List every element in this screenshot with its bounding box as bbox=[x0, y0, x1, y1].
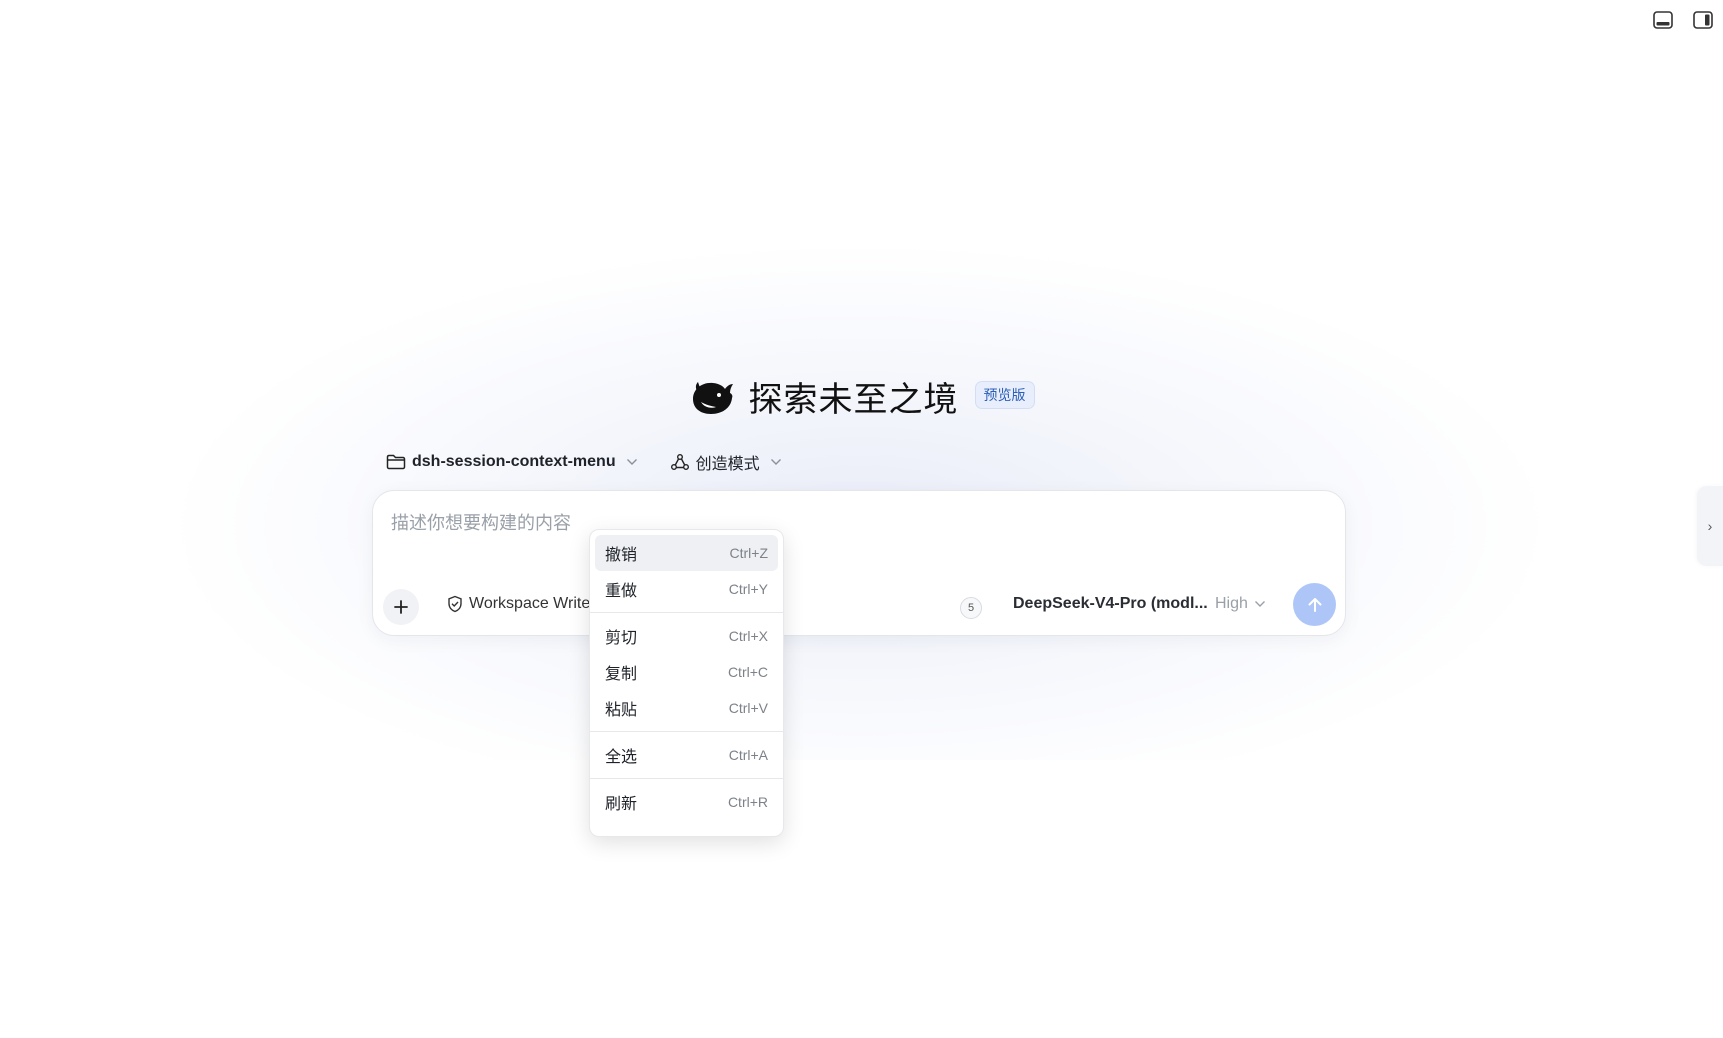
toggle-bottom-panel-button[interactable] bbox=[1651, 8, 1675, 32]
menu-divider bbox=[590, 778, 783, 779]
arrow-up-icon bbox=[1308, 597, 1321, 612]
chevron-down-icon bbox=[626, 459, 637, 465]
page-title: 探索未至之境 bbox=[748, 381, 959, 419]
mode-selector[interactable]: 创造模式 bbox=[670, 450, 782, 474]
prompt-input[interactable] bbox=[391, 509, 1321, 559]
window-controls bbox=[1651, 8, 1715, 32]
hero-header: 探索未至之境 预览版 bbox=[0, 372, 1723, 421]
folder-icon bbox=[386, 454, 406, 470]
send-button[interactable] bbox=[1293, 583, 1336, 626]
add-attachment-button[interactable] bbox=[383, 589, 419, 625]
effort-selector[interactable]: High bbox=[1215, 595, 1266, 613]
menu-item-select-all[interactable]: 全选 Ctrl+A bbox=[595, 737, 778, 773]
prompt-composer: Workspace Write 5 DeepSeek-V4-Pro (modl.… bbox=[372, 490, 1346, 636]
menu-item-redo[interactable]: 重做 Ctrl+Y bbox=[595, 571, 778, 607]
context-row: dsh-session-context-menu 创造模式 bbox=[386, 450, 782, 474]
permission-selector[interactable]: Workspace Write bbox=[447, 595, 590, 613]
menu-item-cut[interactable]: 剪切 Ctrl+X bbox=[595, 618, 778, 654]
menu-item-undo[interactable]: 撤销 Ctrl+Z bbox=[595, 535, 778, 571]
side-panel-icon bbox=[1693, 11, 1713, 29]
mode-label: 创造模式 bbox=[695, 456, 760, 473]
model-selector[interactable]: DeepSeek-V4-Pro (modl... bbox=[1013, 595, 1208, 613]
chevron-right-icon: › bbox=[1707, 518, 1713, 534]
menu-divider bbox=[590, 612, 783, 613]
plus-icon bbox=[394, 600, 408, 614]
effort-label: High bbox=[1215, 595, 1248, 612]
folder-name: dsh-session-context-menu bbox=[412, 453, 616, 470]
permission-label: Workspace Write bbox=[469, 595, 591, 612]
menu-item-copy[interactable]: 复制 Ctrl+C bbox=[595, 654, 778, 690]
toggle-side-panel-button[interactable] bbox=[1691, 8, 1715, 32]
menu-item-refresh[interactable]: 刷新 Ctrl+R bbox=[595, 784, 778, 820]
folder-selector[interactable]: dsh-session-context-menu bbox=[386, 453, 638, 471]
shield-check-icon bbox=[448, 595, 462, 613]
preview-badge: 预览版 bbox=[974, 380, 1035, 409]
right-panel-expand-tab[interactable]: › bbox=[1697, 486, 1723, 566]
whale-logo-icon bbox=[692, 381, 733, 414]
chevron-down-icon bbox=[1254, 601, 1265, 607]
menu-item-paste[interactable]: 粘贴 Ctrl+V bbox=[595, 690, 778, 726]
menu-divider bbox=[590, 731, 783, 732]
create-mode-icon bbox=[670, 454, 689, 470]
context-menu: 撤销 Ctrl+Z 重做 Ctrl+Y 剪切 Ctrl+X 复制 Ctrl+C … bbox=[589, 529, 784, 837]
bottom-panel-icon bbox=[1653, 11, 1673, 29]
context-count-badge: 5 bbox=[960, 597, 982, 619]
chevron-down-icon bbox=[770, 459, 781, 465]
